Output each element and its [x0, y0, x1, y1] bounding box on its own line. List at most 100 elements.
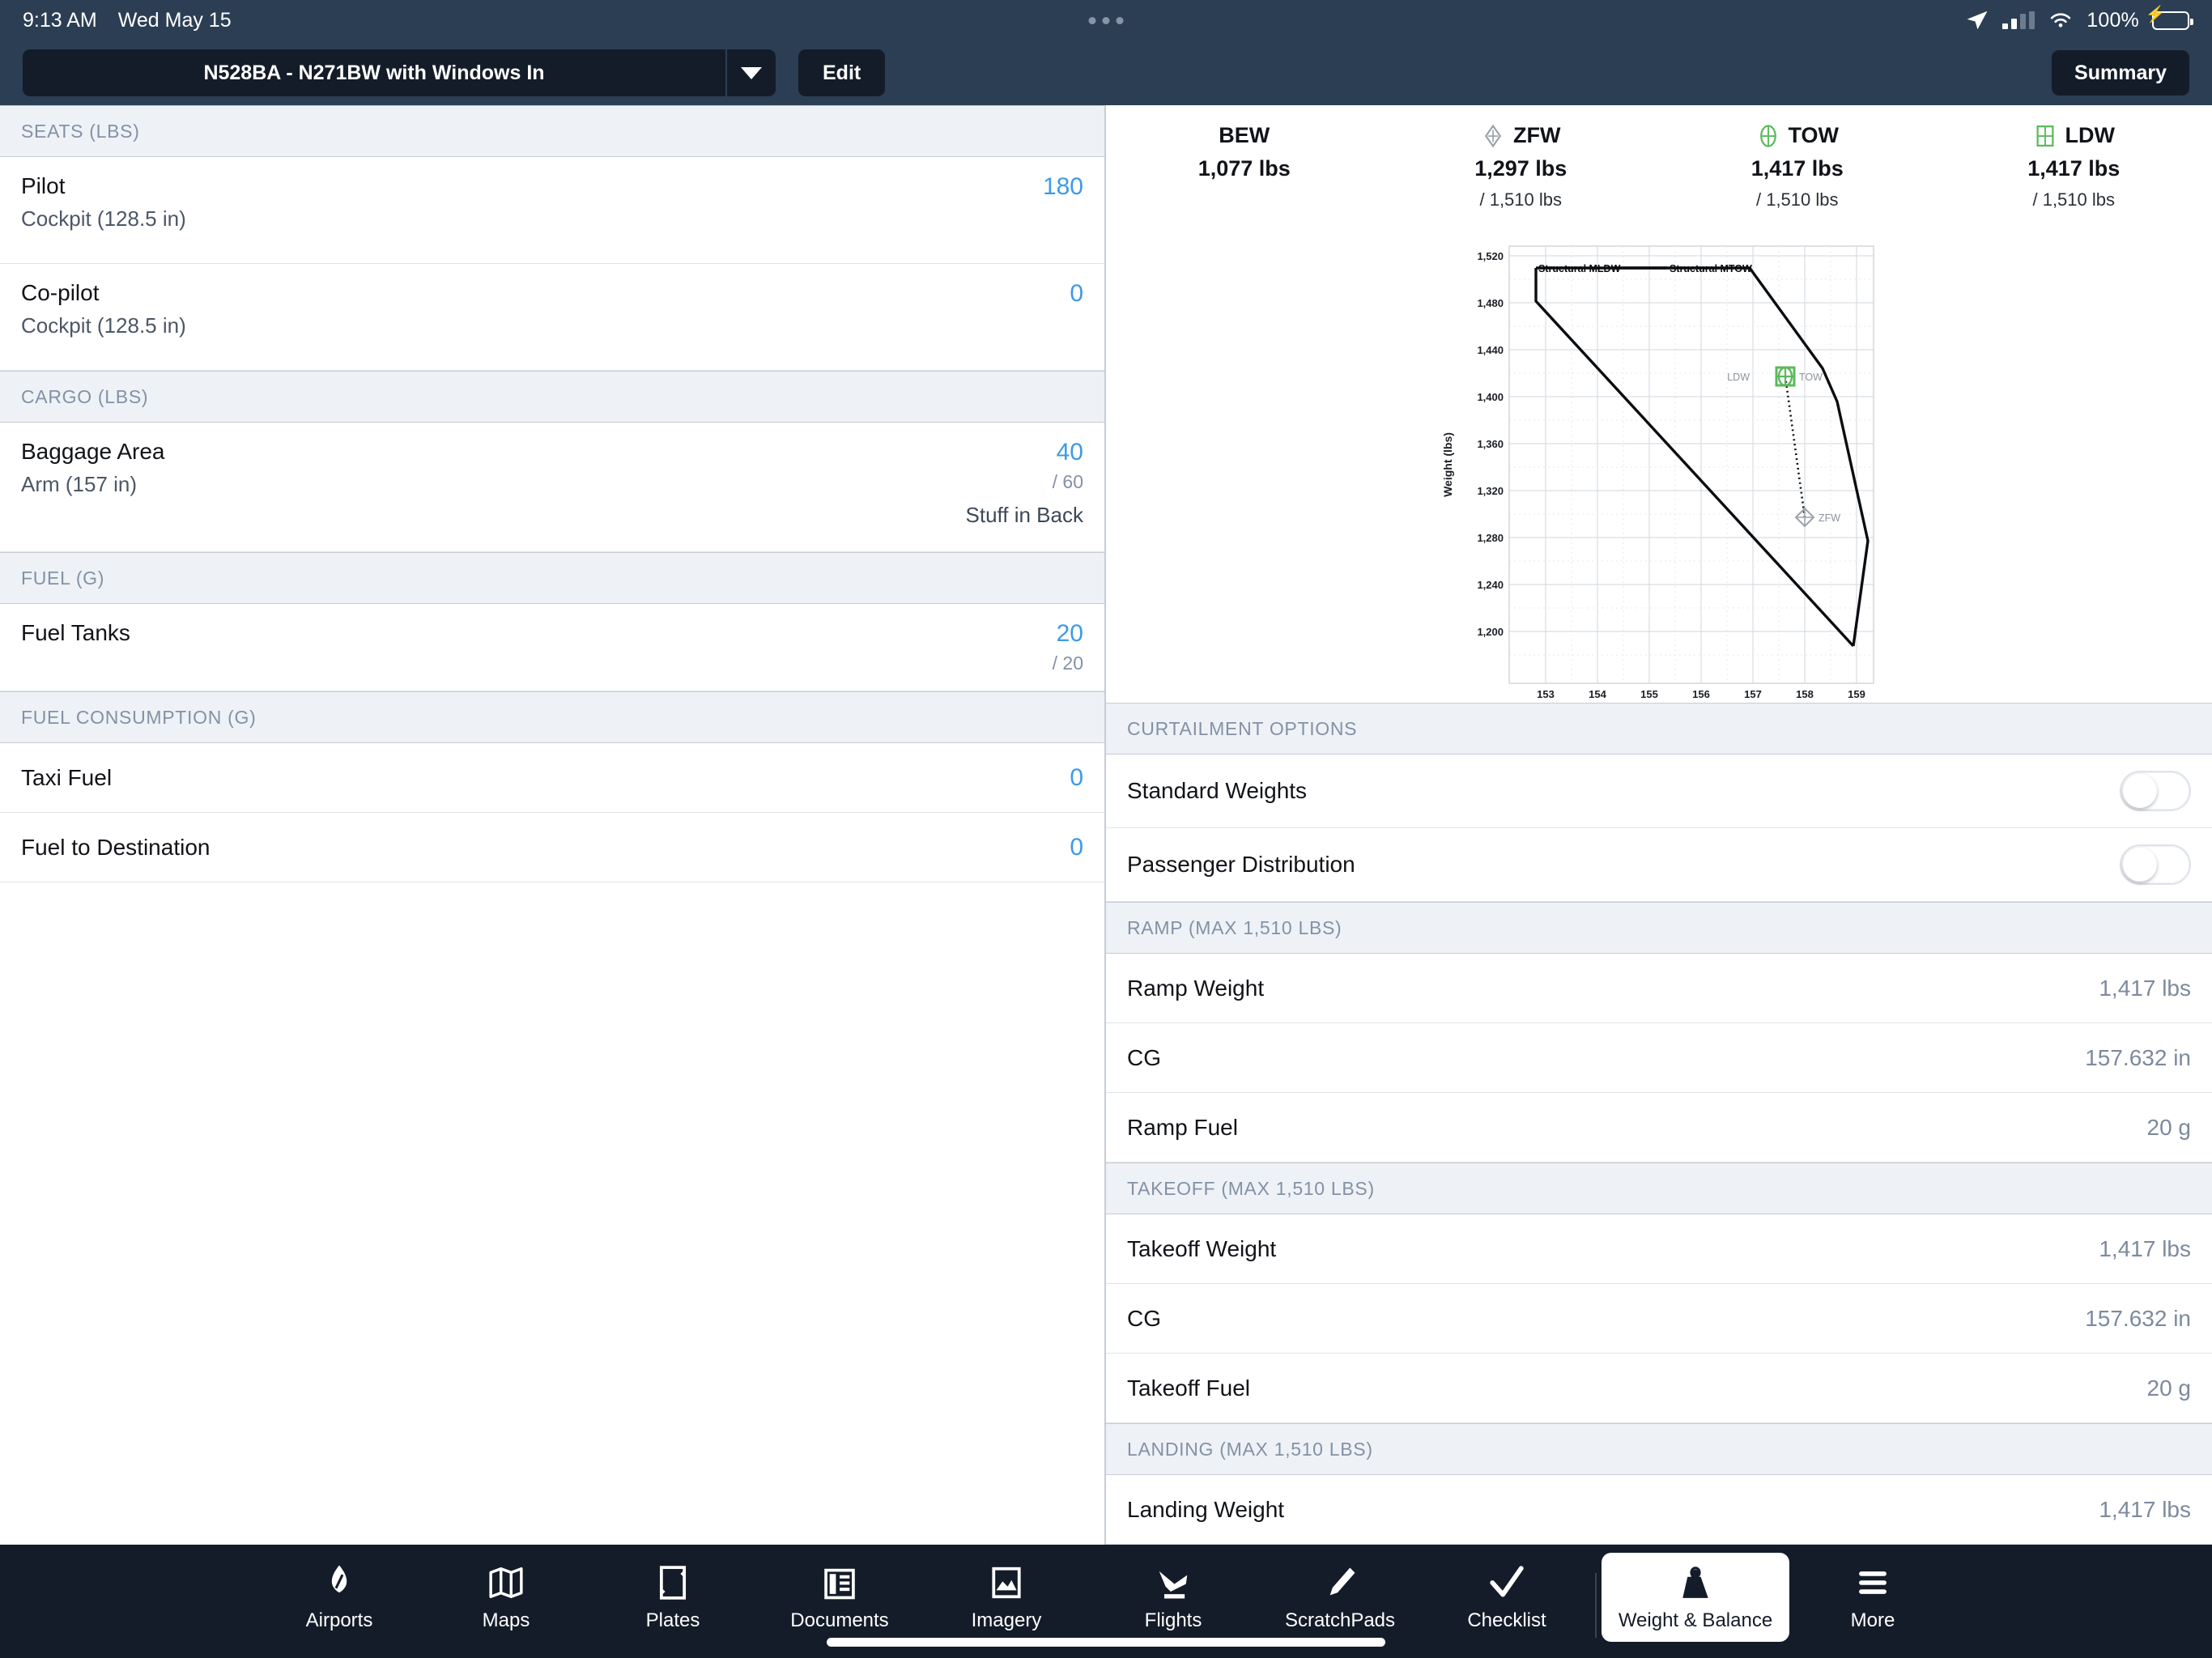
tab-airports[interactable]: Airports — [256, 1553, 423, 1642]
section-header-takeoff: TAKEOFF (MAX 1,510 LBS) — [1106, 1163, 2212, 1214]
chevron-down-icon — [741, 66, 762, 79]
table-row: Ramp Fuel 20 g — [1106, 1093, 2212, 1163]
svg-text:156: 156 — [1692, 688, 1710, 699]
multitask-dots[interactable] — [1088, 16, 1124, 24]
maps-icon — [488, 1564, 524, 1601]
weight-label: ZFW — [1481, 123, 1560, 148]
tab-checklist[interactable]: Checklist — [1423, 1553, 1590, 1642]
weight-label-text: TOW — [1788, 123, 1840, 147]
svg-text:1,200: 1,200 — [1477, 626, 1504, 638]
row-value-group[interactable]: 0 — [1070, 280, 1083, 308]
svg-text:1,520: 1,520 — [1477, 250, 1504, 262]
results-pane: BEW 1,077 lbs ZFW 1,297 lbs / 1,510 lbs — [1106, 105, 2212, 1545]
weight-label: BEW — [1219, 123, 1270, 148]
weight-max: / 1,510 lbs — [2032, 189, 2115, 210]
table-row[interactable]: Taxi Fuel 0 — [0, 743, 1104, 813]
row-value-group[interactable]: 180 — [1043, 173, 1083, 201]
table-row[interactable]: Fuel Tanks 20 / 20 — [0, 604, 1104, 691]
tab-imagery[interactable]: Imagery — [923, 1553, 1090, 1642]
svg-text:LDW: LDW — [1727, 372, 1750, 383]
svg-text:159: 159 — [1848, 688, 1865, 699]
passenger-distribution-toggle[interactable] — [2120, 844, 2191, 885]
tab-plates[interactable]: Plates — [589, 1553, 756, 1642]
chart-svg: 1,520 1,480 1,440 1,400 1,360 1,320 1,28… — [1441, 245, 1874, 699]
cg-envelope-chart[interactable]: 1,520 1,480 1,440 1,400 1,360 1,320 1,28… — [1106, 227, 2212, 703]
weight-value: 1,297 lbs — [1474, 156, 1568, 181]
tab-label: Imagery — [971, 1609, 1042, 1631]
aircraft-dropdown-button[interactable] — [725, 49, 776, 96]
row-value[interactable]: 0 — [1070, 764, 1083, 792]
section-header-fuel-consumption: FUEL CONSUMPTION (G) — [0, 691, 1104, 743]
edit-button[interactable]: Edit — [798, 49, 886, 96]
tab-label: Flights — [1144, 1609, 1202, 1631]
weight-value: 1,417 lbs — [2027, 156, 2121, 181]
airports-icon — [324, 1564, 355, 1601]
tab-label: Plates — [645, 1609, 700, 1631]
row-subtitle: Cockpit (128.5 in) — [21, 313, 186, 338]
row-value: 157.632 in — [2085, 1305, 2191, 1331]
section-header-curtailment: CURTAILMENT OPTIONS — [1106, 703, 2212, 755]
loading-pane: SEATS (LBS) Pilot Cockpit (128.5 in) 180… — [0, 105, 1106, 1545]
home-indicator[interactable] — [827, 1638, 1385, 1647]
weight-column-bew: BEW 1,077 lbs — [1106, 123, 1383, 189]
row-max: / 20 — [1052, 653, 1083, 674]
table-row: Landing Weight 1,417 lbs — [1106, 1475, 2212, 1545]
row-value[interactable]: 0 — [1070, 280, 1083, 308]
svg-text:Structural MLDW: Structural MLDW — [1538, 263, 1621, 274]
row-labels: Pilot Cockpit (128.5 in) — [21, 173, 186, 232]
row-value-group[interactable]: 40 / 60 Stuff in Back — [966, 439, 1084, 528]
weight-column-zfw: ZFW 1,297 lbs / 1,510 lbs — [1383, 123, 1660, 210]
svg-text:TOW: TOW — [1799, 372, 1823, 383]
flights-icon — [1155, 1564, 1191, 1601]
section-header-landing: LANDING (MAX 1,510 LBS) — [1106, 1423, 2212, 1475]
tab-maps[interactable]: Maps — [423, 1553, 589, 1642]
hamburger-icon — [1857, 1564, 1889, 1601]
row-title: Baggage Area — [21, 439, 165, 464]
aircraft-selector[interactable]: N528BA - N271BW with Windows In — [23, 49, 776, 96]
row-value: 1,417 lbs — [2099, 1235, 2191, 1261]
row-value-group[interactable]: 20 / 20 — [1053, 620, 1083, 674]
weight-label-text: BEW — [1219, 123, 1270, 147]
tab-weight-balance[interactable]: Weight & Balance — [1602, 1553, 1789, 1642]
row-title: Ramp Weight — [1127, 975, 1265, 1001]
status-time: 9:13 AM — [23, 8, 97, 32]
table-row[interactable]: Co-pilot Cockpit (128.5 in) 0 — [0, 264, 1104, 371]
svg-text:154: 154 — [1589, 688, 1606, 699]
tab-label: Maps — [482, 1609, 530, 1631]
tab-flights[interactable]: Flights — [1090, 1553, 1257, 1642]
tab-more[interactable]: More — [1789, 1553, 1956, 1642]
svg-text:ZFW: ZFW — [1819, 512, 1840, 524]
weight-value: 1,417 lbs — [1750, 156, 1844, 181]
tab-documents[interactable]: Documents — [756, 1553, 923, 1642]
table-row[interactable]: Fuel to Destination 0 — [0, 813, 1104, 882]
plates-icon — [658, 1564, 687, 1601]
svg-text:1,360: 1,360 — [1477, 438, 1504, 450]
aircraft-label: N528BA - N271BW with Windows In — [203, 61, 545, 84]
row-title: Landing Weight — [1127, 1496, 1285, 1522]
weight-label: LDW — [2033, 123, 2115, 148]
row-labels: Fuel Tanks — [21, 620, 130, 646]
table-row[interactable]: Standard Weights — [1106, 755, 2212, 828]
weight-balance-icon — [1680, 1564, 1711, 1601]
row-subtitle: Arm (157 in) — [21, 472, 138, 496]
row-value[interactable]: 20 — [1057, 620, 1083, 648]
row-value[interactable]: 180 — [1043, 173, 1083, 201]
table-row[interactable]: Baggage Area Arm (157 in) 40 / 60 Stuff … — [0, 423, 1104, 552]
table-row[interactable]: Passenger Distribution — [1106, 828, 2212, 902]
ldw-square-icon — [2036, 125, 2053, 147]
tab-label: Weight & Balance — [1618, 1609, 1773, 1631]
row-value: 1,417 lbs — [2099, 1496, 2191, 1522]
row-value: 20 g — [2146, 1375, 2192, 1401]
table-row[interactable]: Pilot Cockpit (128.5 in) 180 — [0, 157, 1104, 264]
row-value[interactable]: 40 — [1057, 439, 1083, 466]
weight-label: TOW — [1756, 123, 1840, 148]
tab-label: Airports — [305, 1609, 373, 1631]
standard-weights-toggle[interactable] — [2120, 771, 2191, 811]
app-toolbar: N528BA - N271BW with Windows In Edit Sum… — [0, 40, 2212, 105]
row-value: 1,417 lbs — [2099, 975, 2191, 1001]
summary-button[interactable]: Summary — [2052, 50, 2189, 96]
toggle-knob — [2123, 774, 2157, 808]
row-title: CG — [1127, 1305, 1161, 1331]
tab-scratchpads[interactable]: ScratchPads — [1257, 1553, 1423, 1642]
row-value[interactable]: 0 — [1070, 834, 1083, 861]
